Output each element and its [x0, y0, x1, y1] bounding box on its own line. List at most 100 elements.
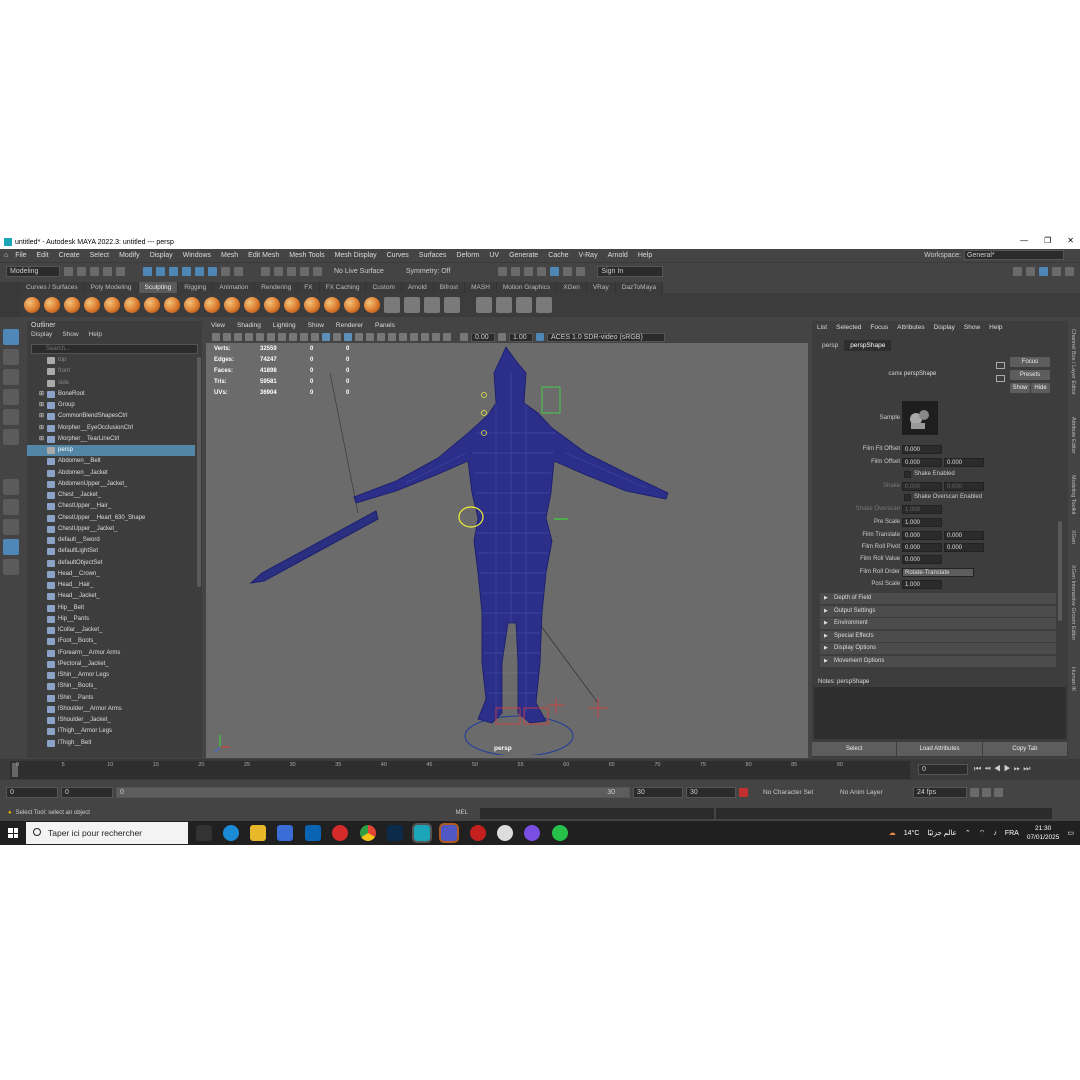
shake-overscan-enabled-checkbox[interactable]: [904, 494, 911, 501]
side-tab-xgen[interactable]: XGen: [1070, 530, 1076, 544]
shelf-tab-daztomaya[interactable]: DazToMaya: [615, 282, 664, 293]
input-connection-icon[interactable]: [996, 362, 1005, 369]
photoshop-icon[interactable]: [387, 825, 403, 841]
film-roll-order-select[interactable]: Rotate-Translate: [902, 568, 974, 577]
outliner-menu-display[interactable]: Display: [31, 331, 52, 342]
sculpt-brush-icon[interactable]: [24, 297, 40, 313]
select-hierarchy-icon[interactable]: [143, 266, 152, 276]
search-layout-icon[interactable]: [3, 559, 19, 575]
render-view-icon[interactable]: [550, 266, 560, 276]
wireframe-on-shaded-icon[interactable]: [344, 333, 352, 341]
outliner-item[interactable]: Head__Crown_: [27, 569, 195, 580]
menu-cache[interactable]: Cache: [543, 252, 573, 259]
outliner-item[interactable]: Hip__Pants: [27, 614, 195, 625]
outliner-item[interactable]: Chest__Jacket_: [27, 490, 195, 501]
sculpt-tool-icon[interactable]: [404, 297, 420, 313]
attr-menu-help[interactable]: Help: [989, 322, 1002, 333]
app-icon-red[interactable]: [470, 825, 486, 841]
store-icon[interactable]: [277, 825, 293, 841]
playback-end-field[interactable]: 30: [633, 786, 683, 798]
shadows-icon[interactable]: [377, 333, 385, 341]
viewport-menu-panels[interactable]: Panels: [375, 321, 395, 331]
menu-modify[interactable]: Modify: [114, 252, 145, 259]
attr-menu-list[interactable]: List: [817, 322, 827, 333]
outliner-item[interactable]: default__Sword: [27, 535, 195, 546]
make-live-icon[interactable]: [313, 266, 322, 276]
viewport-panel[interactable]: View Shading Lighting Show Renderer Panels: [206, 321, 808, 758]
outliner-item[interactable]: ⊞ Morpher__TearLineCtrl: [27, 434, 195, 445]
menu-generate[interactable]: Generate: [504, 252, 543, 259]
shelf-tab-curves-surfaces[interactable]: Curves / Surfaces: [20, 282, 85, 293]
sculpt-brush-icon[interactable]: [184, 297, 200, 313]
end-time-field[interactable]: 30: [686, 786, 736, 798]
section-environment[interactable]: Environment: [820, 618, 1056, 629]
camera-name-field[interactable]: perspShape: [902, 370, 988, 379]
pause-icon[interactable]: [576, 266, 586, 276]
sculpt-brush-icon[interactable]: [224, 297, 240, 313]
symmetry-label[interactable]: Symmetry: Off: [406, 268, 451, 275]
outliner-item[interactable]: ChestUpper__Hair_: [27, 501, 195, 512]
tab-perspshape[interactable]: perspShape: [844, 340, 892, 351]
undo-icon[interactable]: [103, 266, 112, 276]
task-view-icon[interactable]: [196, 825, 212, 841]
snap-vertex-icon[interactable]: [287, 266, 296, 276]
four-view-icon[interactable]: [3, 499, 19, 515]
workspace-icon-4[interactable]: [1052, 266, 1061, 276]
close-button[interactable]: ✕: [1067, 236, 1074, 245]
sculpt-mesh-icon[interactable]: [516, 297, 532, 313]
playback-controls[interactable]: ⏮︎⏪︎◀︎▶︎⏩︎⏭︎: [974, 764, 1033, 774]
safe-action-icon[interactable]: [311, 333, 319, 341]
fps-select[interactable]: 24 fps: [913, 786, 967, 798]
sound-icon[interactable]: [982, 787, 991, 797]
sculpt-brush-icon[interactable]: [244, 297, 260, 313]
attr-menu-attributes[interactable]: Attributes: [897, 322, 924, 333]
attr-menu-display[interactable]: Display: [934, 322, 955, 333]
single-view-icon[interactable]: [3, 479, 19, 495]
sculpt-brush-icon[interactable]: [304, 297, 320, 313]
live-surface-label[interactable]: No Live Surface: [334, 268, 384, 275]
weather-text[interactable]: عالم جزئيًا: [927, 829, 956, 837]
viewport-menu-show[interactable]: Show: [308, 321, 324, 331]
shelf-tab-animation[interactable]: Animation: [213, 282, 256, 293]
menu-edit[interactable]: Edit: [32, 252, 54, 259]
outliner-item[interactable]: lCollar__Jacket_: [27, 625, 195, 636]
network-icon[interactable]: ⌔: [979, 829, 986, 838]
outliner-item[interactable]: lShin__Armor Legs: [27, 670, 195, 681]
shelf-tab-motion-graphics[interactable]: Motion Graphics: [496, 282, 558, 293]
gate-mask-icon[interactable]: [289, 333, 297, 341]
outliner-menu-help[interactable]: Help: [89, 331, 102, 342]
load-attributes-button[interactable]: Load Attributes: [897, 742, 982, 756]
film-roll-pivot-y-field[interactable]: 0.000: [944, 543, 984, 552]
grid-icon[interactable]: [256, 333, 264, 341]
side-tab-attribute-editor[interactable]: Attribute Editor: [1070, 417, 1076, 453]
current-frame-field[interactable]: 0: [918, 764, 968, 775]
start-time-field[interactable]: 0: [6, 786, 58, 798]
sculpt-brush-icon[interactable]: [144, 297, 160, 313]
scale-tool-icon[interactable]: [3, 429, 19, 445]
expand-icon[interactable]: ⊞: [39, 389, 44, 400]
menu-file[interactable]: File: [10, 252, 31, 259]
menu-arnold[interactable]: Arnold: [603, 252, 633, 259]
section-special-effects[interactable]: Special Effects: [820, 630, 1056, 642]
time-ruler[interactable]: 0 5 10 15 20 25 30 35 40 45 50 55 60 65 70 75 80 85 90: [10, 761, 910, 779]
attr-menu-focus[interactable]: Focus: [870, 322, 888, 333]
sculpt-brush-icon[interactable]: [44, 297, 60, 313]
shake-enabled-checkbox[interactable]: [904, 471, 911, 478]
field-chart-icon[interactable]: [300, 333, 308, 341]
shelf-tab-vray[interactable]: VRay: [586, 282, 616, 293]
snap-surface-icon[interactable]: [300, 266, 309, 276]
tab-persp[interactable]: persp: [816, 340, 844, 351]
workspace-icon-1[interactable]: [1013, 266, 1022, 276]
output-connection-icon[interactable]: [996, 375, 1005, 382]
menu-display[interactable]: Display: [145, 252, 178, 259]
outliner-item[interactable]: defaultObjectSet: [27, 558, 195, 569]
expand-icon[interactable]: ⊞: [39, 423, 44, 434]
outliner-item[interactable]: ⊞ Morpher__EyeOcclusionCtrl: [27, 423, 195, 434]
post-scale-field[interactable]: 1.000: [902, 580, 942, 589]
outliner-item[interactable]: lThigh__Armor Legs: [27, 726, 195, 737]
anti-alias-icon[interactable]: [410, 333, 418, 341]
focus-button[interactable]: Focus: [1010, 357, 1050, 367]
film-translate-x-field[interactable]: 0.000: [902, 531, 942, 540]
film-roll-value-field[interactable]: 0.000: [902, 555, 942, 564]
attr-scrollbar[interactable]: [1058, 521, 1062, 621]
